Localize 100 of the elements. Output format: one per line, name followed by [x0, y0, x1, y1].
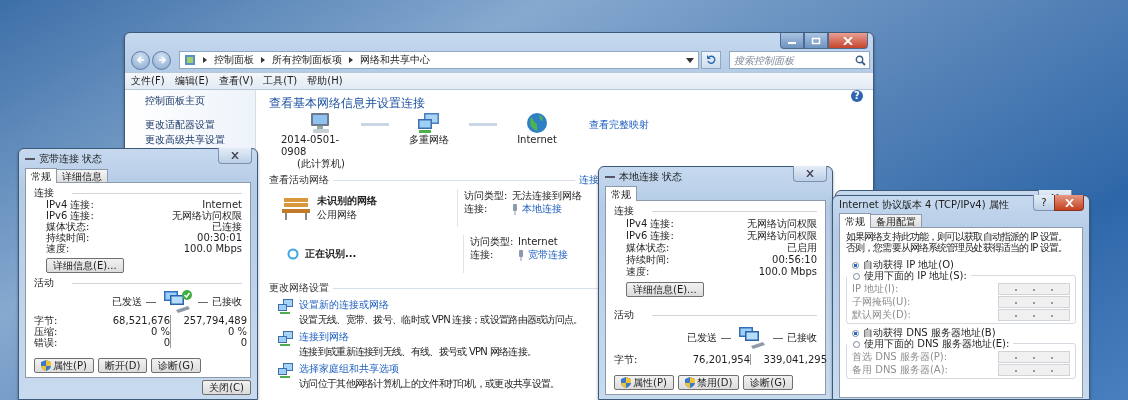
stat-label: 错误:	[34, 337, 59, 348]
dialog-title: 宽带连接 状态	[39, 151, 103, 166]
sidebar-link[interactable]: 控制面板主页	[145, 95, 255, 107]
search-field[interactable]: 搜索控制面板	[729, 51, 870, 69]
network-task-icon	[277, 298, 295, 314]
field-label: IP 地址(I):	[852, 283, 899, 295]
received-label: 已接收	[787, 331, 817, 345]
dialog-button[interactable]: 诊断(G)	[743, 375, 793, 390]
tab[interactable]: 常规	[25, 168, 57, 183]
tab[interactable]: 常规	[839, 213, 871, 228]
menu-item[interactable]: 编辑(E)	[174, 74, 209, 88]
sent-label: 已发送	[112, 295, 142, 309]
refresh-button[interactable]	[701, 51, 721, 69]
radio-option[interactable]: 使用下面的 DNS 服务器地址(E):	[847, 338, 1014, 350]
field-label: 连接:	[470, 249, 495, 261]
node-sublabel: (此计算机)	[297, 158, 345, 170]
sent-value: 0 %	[149, 326, 170, 337]
task-description: 连接到或重新连接到无线、有线、拨号或 VPN 网络连接。	[299, 346, 537, 358]
radio-option[interactable]: 使用下面的 IP 地址(S):	[847, 270, 971, 282]
sidebar-link[interactable]: 更改高级共享设置	[145, 134, 255, 146]
field-label: 默认网关(D):	[852, 309, 911, 321]
menu-item[interactable]: 查看(V)	[218, 74, 254, 88]
close-button[interactable]	[828, 33, 868, 49]
cable-plug-icon	[512, 203, 518, 215]
network-category: 公用网络	[317, 209, 358, 221]
field-label: 媒体状态:	[46, 221, 90, 232]
sent-value: 76,201,954	[691, 354, 750, 365]
close-button[interactable]	[218, 148, 252, 164]
dialog-button[interactable]: 诊断(G)	[151, 358, 201, 373]
bench-icon	[281, 195, 311, 221]
dialog-button[interactable]: 属性(P)	[34, 358, 94, 373]
forward-button[interactable]	[152, 50, 171, 70]
radio-option[interactable]: 自动获得 DNS 服务器地址(B)	[846, 327, 996, 339]
connection-link[interactable]: 本地连接	[522, 203, 562, 215]
close-button[interactable]	[793, 166, 827, 182]
tab[interactable]: 详细信息	[56, 169, 108, 182]
tab[interactable]: 备用配置	[870, 214, 922, 227]
close-dialog-button[interactable]: 关闭(C)	[202, 380, 251, 395]
dialog-button[interactable]: 断开(D)	[97, 358, 148, 373]
help-button[interactable]: ?	[1033, 195, 1055, 211]
field-value: Internet	[202, 199, 242, 210]
dialog-button[interactable]: 属性(P)	[614, 375, 674, 390]
field-value: 100.0 Mbps	[183, 243, 242, 254]
field-value: 已启用	[787, 242, 817, 254]
full-map-link[interactable]: 查看完整映射	[589, 118, 649, 132]
field-value: 00:56:10	[772, 254, 817, 266]
sent-label: 已发送	[687, 331, 717, 345]
help-button[interactable]: ?	[851, 90, 863, 102]
field-label: 连接:	[464, 203, 489, 215]
dialog-button[interactable]: 禁用(D)	[677, 375, 740, 390]
menu-item[interactable]: 帮助(H)	[307, 74, 343, 88]
task-link[interactable]: 选择家庭组和共享选项	[299, 362, 560, 376]
task-link[interactable]: 连接到网络	[299, 330, 537, 344]
connection-link[interactable]: 宽带连接	[528, 249, 568, 261]
dialog-title: 本地连接 状态	[619, 169, 683, 184]
connect-link[interactable]: 连接	[579, 174, 599, 186]
caret-icon	[348, 56, 354, 64]
group-label: 活动	[34, 277, 54, 289]
field-label: 持续时间:	[46, 232, 90, 243]
details-button[interactable]: 详细信息(E)...	[626, 282, 704, 297]
field-value: 无网络访问权限	[747, 230, 817, 242]
tab[interactable]: 常规	[605, 186, 637, 201]
received-value: 339,041,295	[762, 354, 827, 365]
maximize-icon	[811, 36, 821, 45]
group-label: 连接	[34, 187, 54, 199]
field-value: 00:30:01	[197, 232, 242, 243]
close-button[interactable]	[1054, 195, 1084, 211]
breadcrumb-item[interactable]: 网络和共享中心	[360, 53, 430, 67]
menu-item[interactable]: 工具(T)	[263, 74, 298, 88]
radio-option[interactable]: 自动获得 IP 地址(O)	[846, 259, 954, 271]
menu-item[interactable]: 文件(F)	[131, 74, 165, 88]
address-bar[interactable]: 控制面板 所有控制面板项 网络和共享中心	[179, 51, 699, 69]
back-button[interactable]	[131, 50, 150, 70]
search-icon	[855, 55, 866, 66]
node-label: Internet	[517, 134, 557, 146]
task-link[interactable]: 设置新的连接或网络	[299, 298, 583, 312]
details-button[interactable]: 详细信息(E)...	[46, 258, 124, 273]
network-task-icon	[277, 362, 295, 378]
minimize-button[interactable]	[780, 33, 804, 49]
field-value: 已连接	[212, 221, 242, 232]
node-label: 多重网络	[409, 134, 449, 146]
field-value: 100.0 Mbps	[758, 266, 817, 278]
field-label: 首选 DNS 服务器(P):	[852, 351, 948, 363]
section-title: 查看活动网络	[269, 174, 329, 186]
field-label: IPv6 连接:	[46, 210, 94, 221]
stat-label: 字节:	[614, 354, 639, 365]
breadcrumb-item[interactable]: 控制面板	[214, 53, 254, 67]
globe-icon	[525, 112, 549, 134]
back-arrow-icon	[135, 55, 146, 65]
task-description: 设置无线、宽带、拨号、临时或 VPN 连接；或设置路由器或访问点。	[299, 314, 583, 326]
field-label: 访问类型:	[464, 190, 508, 202]
network-name: 正在识别...	[305, 248, 357, 260]
breadcrumb-item[interactable]: 所有控制面板项	[272, 53, 342, 67]
intro-text: 如果网络支持此功能，则可以获取自动指派的 IP 设置。否则，您需要从网络系统管理员处获得适当的 IP 设置。	[846, 231, 1069, 253]
sidebar-link[interactable]: 更改适配器设置	[145, 119, 255, 131]
maximize-button[interactable]	[804, 33, 828, 49]
field-value: 无网络访问权限	[172, 210, 242, 221]
dropdown-caret-icon[interactable]	[686, 57, 694, 63]
node-label: 2014-0501-0908	[281, 134, 341, 158]
field-label: IPv6 连接:	[626, 230, 674, 242]
